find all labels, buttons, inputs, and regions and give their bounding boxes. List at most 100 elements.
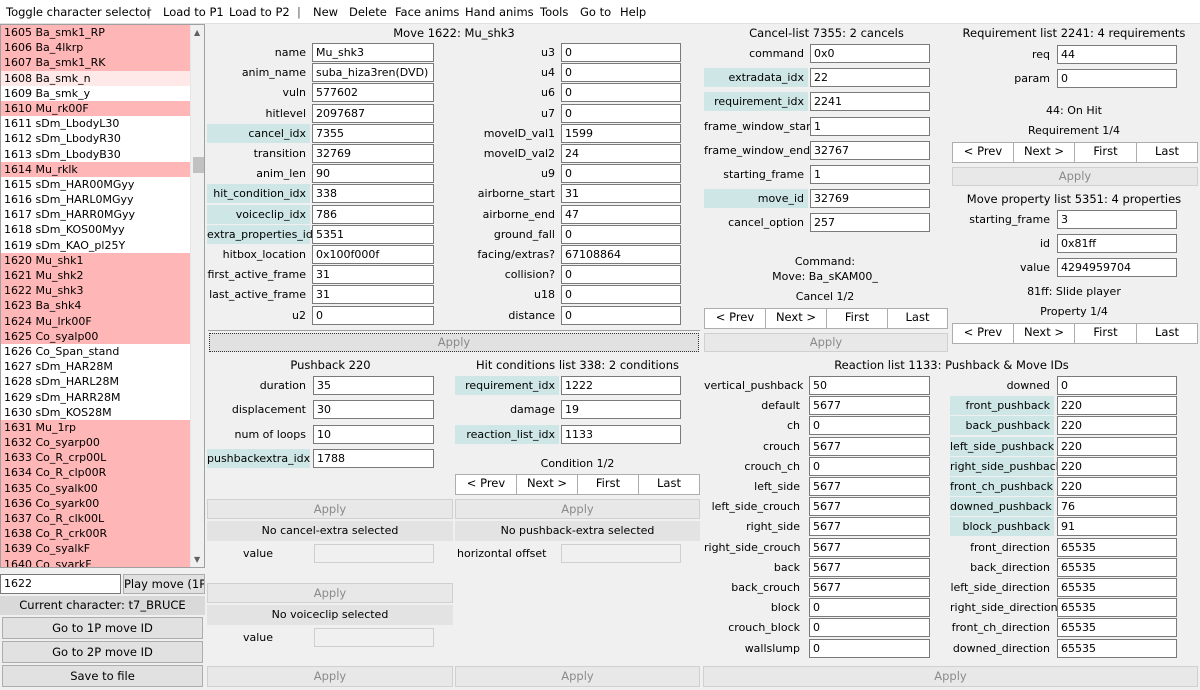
reaction-field-input[interactable]: 0 [809, 618, 930, 638]
move-list-item[interactable]: 1606 Ba_4lkrp [1, 40, 190, 56]
move-field-input[interactable]: 577602 [312, 83, 434, 103]
move-field-input[interactable]: 0 [561, 103, 681, 123]
move-field-input[interactable]: 0 [561, 83, 681, 103]
cancel-field-input[interactable]: 32767 [810, 140, 930, 160]
move-list-item[interactable]: 1639 Co_syalkF [1, 541, 190, 557]
reaction-field-input[interactable]: 5677 [809, 436, 930, 456]
menu-load-p1[interactable]: Load to P1 [163, 5, 224, 19]
move-list-item[interactable]: 1631 Mu_1rp [1, 419, 190, 436]
move-field-input[interactable]: Mu_shk3 [312, 43, 434, 62]
condition-last-button[interactable]: Last [639, 475, 699, 494]
play-move-button[interactable]: Play move (1P) [123, 574, 205, 594]
move-field-input[interactable]: 31 [312, 265, 434, 285]
move-list-item[interactable]: 1618 sDm_KOS00Myy [1, 222, 190, 238]
move-list-item[interactable]: 1621 Mu_shk2 [1, 268, 190, 284]
reaction-field-input[interactable]: 76 [1057, 497, 1177, 517]
menu-toggle-character-selector[interactable]: Toggle character selector [6, 5, 151, 19]
reaction-field-input[interactable]: 5677 [809, 497, 930, 517]
requirement-last-button[interactable]: Last [1137, 143, 1197, 162]
move-list-item[interactable]: 1632 Co_syarp00 [1, 435, 190, 451]
move-list-item[interactable]: 1607 Ba_smk1_RK [1, 55, 190, 71]
reaction-field-input[interactable]: 220 [1057, 456, 1177, 476]
cancel-next-button[interactable]: Next > [766, 309, 827, 328]
scroll-down-icon[interactable]: ▼ [194, 555, 200, 564]
move-field-input[interactable]: 0 [561, 63, 681, 83]
cancel-extra-apply-button[interactable]: Apply [207, 583, 453, 603]
cancel-last-button[interactable]: Last [888, 309, 947, 328]
move-id-input[interactable]: 1622 [0, 574, 121, 594]
requirement-apply-button[interactable]: Apply [952, 167, 1198, 186]
move-list-item[interactable]: 1623 Ba_shk4 [1, 298, 190, 314]
reaction-field-input[interactable]: 5677 [809, 396, 930, 416]
move-field-input[interactable]: 24 [561, 144, 681, 163]
reaction-field-input[interactable]: 0 [809, 598, 930, 618]
goto-1p-move-button[interactable]: Go to 1P move ID [2, 617, 203, 639]
cancel-field-input[interactable]: 1 [810, 165, 930, 184]
cancel-field-input[interactable]: 1 [810, 116, 930, 136]
move-field-input[interactable]: 5351 [312, 224, 434, 244]
move-field-input[interactable]: 0 [561, 224, 681, 244]
pushback-field-input[interactable]: 30 [313, 400, 434, 420]
move-list-item[interactable]: 1617 sDm_HARR0MGyy [1, 207, 190, 223]
move-list-item[interactable]: 1635 Co_syalk00 [1, 480, 190, 496]
hit-condition-field-input[interactable]: 1222 [561, 376, 681, 395]
requirement-prev-button[interactable]: < Prev [953, 143, 1014, 162]
property-next-button[interactable]: Next > [1014, 324, 1075, 343]
cancel-field-input[interactable]: 32769 [810, 189, 930, 209]
move-list-item[interactable]: 1616 sDm_HARL0MGyy [1, 192, 190, 208]
requirement-next-button[interactable]: Next > [1014, 143, 1075, 162]
cancel-first-button[interactable]: First [827, 309, 888, 328]
reaction-field-input[interactable]: 5677 [809, 517, 930, 537]
cancel-field-input[interactable]: 257 [810, 213, 930, 233]
move-apply-button[interactable]: Apply [209, 333, 699, 352]
property-field-input[interactable]: 3 [1057, 210, 1177, 229]
reaction-field-input[interactable]: 0 [809, 416, 930, 436]
move-list-item[interactable]: 1622 Mu_shk3 [1, 283, 190, 299]
move-list-item[interactable]: 1609 Ba_smk_y [1, 85, 190, 101]
move-field-input[interactable]: 31 [312, 285, 434, 305]
move-list-item[interactable]: 1634 Co_R_clp00R [1, 465, 190, 481]
menu-tools[interactable]: Tools [540, 5, 568, 19]
cancel-field-input[interactable]: 22 [810, 68, 930, 88]
move-field-input[interactable]: 2097687 [312, 103, 434, 123]
move-list-item[interactable]: 1620 Mu_shk1 [1, 252, 190, 268]
property-prev-button[interactable]: < Prev [953, 324, 1014, 343]
scrollbar-thumb[interactable] [193, 157, 204, 173]
move-list-item[interactable]: 1608 Ba_smk_n [1, 70, 190, 86]
reaction-field-input[interactable]: 0 [1057, 376, 1177, 395]
reaction-field-input[interactable]: 0 [809, 638, 930, 658]
pushback-field-input[interactable]: 1788 [313, 448, 434, 468]
move-list-item[interactable]: 1636 Co_syark00 [1, 495, 190, 511]
move-list-item[interactable]: 1630 sDm_KOS28M [1, 404, 190, 420]
reaction-field-input[interactable]: 65535 [1057, 537, 1177, 557]
cancel-field-input[interactable]: 0x0 [810, 44, 930, 63]
move-list-item[interactable]: 1613 sDm_LbodyB30 [1, 146, 190, 162]
move-list-item[interactable]: 1611 sDm_LbodyL30 [1, 116, 190, 132]
move-field-input[interactable]: 7355 [312, 123, 434, 143]
menu-delete[interactable]: Delete [349, 5, 387, 19]
reaction-field-input[interactable]: 65535 [1057, 598, 1177, 618]
move-list-item[interactable]: 1640 Co_syarkF [1, 556, 190, 567]
reaction-field-input[interactable]: 5677 [809, 537, 930, 557]
move-field-input[interactable]: 67108864 [561, 245, 681, 264]
goto-2p-move-button[interactable]: Go to 2P move ID [2, 641, 203, 663]
move-field-input[interactable]: 0x100f000f [312, 245, 434, 264]
move-list-item[interactable]: 1625 Co_syalp00 [1, 328, 190, 344]
move-field-input[interactable]: 32769 [312, 144, 434, 163]
pushback-extra-apply-button[interactable]: Apply [455, 666, 700, 687]
move-list-item[interactable]: 1614 Mu_rklk [1, 161, 190, 177]
move-field-input[interactable]: 0 [561, 43, 681, 62]
move-list-item[interactable]: 1633 Co_R_crp00L [1, 450, 190, 466]
move-field-input[interactable]: 786 [312, 204, 434, 224]
condition-first-button[interactable]: First [578, 475, 639, 494]
move-field-input[interactable]: 1599 [561, 123, 681, 143]
voiceclip-apply-button[interactable]: Apply [207, 666, 453, 687]
cancel-apply-button[interactable]: Apply [704, 333, 948, 352]
condition-prev-button[interactable]: < Prev [456, 475, 517, 494]
menu-hand-anims[interactable]: Hand anims [465, 5, 534, 19]
menu-help[interactable]: Help [620, 5, 646, 19]
pushback-apply-button[interactable]: Apply [207, 499, 453, 519]
menu-go-to[interactable]: Go to [580, 5, 611, 19]
menu-face-anims[interactable]: Face anims [395, 5, 459, 19]
hit-condition-field-input[interactable]: 1133 [561, 424, 681, 444]
